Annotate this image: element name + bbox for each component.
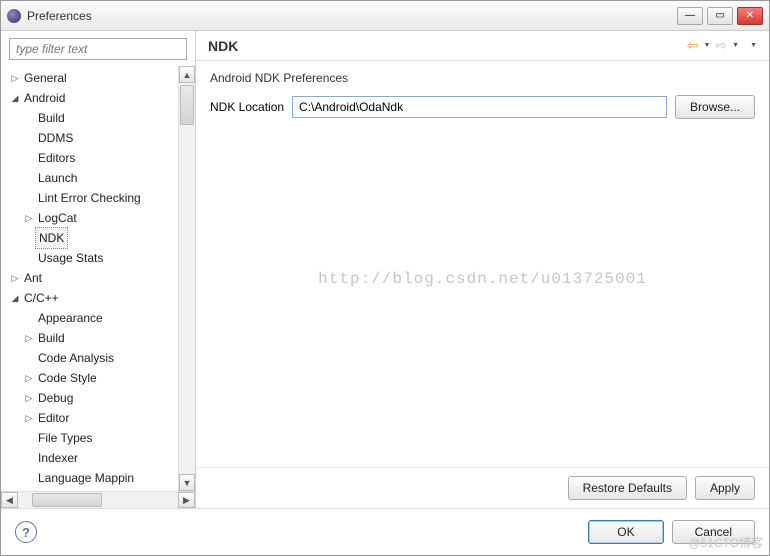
forward-arrow-icon[interactable]: ⇨ xyxy=(715,37,727,54)
filter-box xyxy=(9,38,187,60)
app-icon xyxy=(7,9,21,23)
tree-item-codestyle[interactable]: ▷Code Style xyxy=(1,368,178,388)
filter-input[interactable] xyxy=(9,38,187,60)
forward-menu-icon[interactable]: ▼ xyxy=(732,42,739,49)
ndk-location-input[interactable] xyxy=(292,96,667,118)
apply-button[interactable]: Apply xyxy=(695,476,755,500)
window-title: Preferences xyxy=(27,9,92,23)
tree-item-ant[interactable]: ▷Ant xyxy=(1,268,178,288)
vscroll-thumb[interactable] xyxy=(180,85,194,125)
scroll-left-icon[interactable]: ◀ xyxy=(1,492,18,508)
header-separator xyxy=(196,60,769,61)
tree-item-logcat[interactable]: ▷LogCat xyxy=(1,208,178,228)
tree-item-codeanalysis[interactable]: Code Analysis xyxy=(1,348,178,368)
main-panel: NDK ⇦ ▼ ⇨ ▼ ▼ Android NDK Preferences ND… xyxy=(196,31,769,508)
scroll-right-icon[interactable]: ▶ xyxy=(178,492,195,508)
tree-item-indexer[interactable]: Indexer xyxy=(1,448,178,468)
back-menu-icon[interactable]: ▼ xyxy=(703,42,710,49)
ndk-location-label: NDK Location xyxy=(210,100,284,114)
watermark-text: http://blog.csdn.net/u013725001 xyxy=(318,270,647,288)
corner-watermark: @51CTO博客 xyxy=(688,534,763,551)
ok-button[interactable]: OK xyxy=(588,520,663,544)
tree-vertical-scrollbar[interactable]: ▲ ▼ xyxy=(178,66,195,491)
tree-item-general[interactable]: ▷General xyxy=(1,68,178,88)
tree-item-build[interactable]: Build xyxy=(1,108,178,128)
titlebar[interactable]: Preferences — ▭ ✕ xyxy=(1,1,769,31)
scroll-down-icon[interactable]: ▼ xyxy=(179,474,195,491)
tree-item-editors[interactable]: Editors xyxy=(1,148,178,168)
tree-item-debug[interactable]: ▷Debug xyxy=(1,388,178,408)
browse-button[interactable]: Browse... xyxy=(675,95,755,119)
hscroll-thumb[interactable] xyxy=(32,493,102,507)
minimize-button[interactable]: — xyxy=(677,7,703,25)
tree-item-ceditor[interactable]: ▷Editor xyxy=(1,408,178,428)
tree-item-ddms[interactable]: DDMS xyxy=(1,128,178,148)
tree-item-android[interactable]: ◢Android xyxy=(1,88,178,108)
tree-item-ndk[interactable]: NDK xyxy=(1,228,178,248)
tree-item-launch[interactable]: Launch xyxy=(1,168,178,188)
preferences-window: Preferences — ▭ ✕ ▷General ◢Android Buil… xyxy=(0,0,770,556)
tree-item-usage[interactable]: Usage Stats xyxy=(1,248,178,268)
content-area: ▷General ◢Android Build DDMS Editors Lau… xyxy=(1,31,769,509)
tree-item-appearance[interactable]: Appearance xyxy=(1,308,178,328)
view-menu-icon[interactable]: ▼ xyxy=(750,42,757,49)
tree-horizontal-scrollbar[interactable]: ◀ ▶ xyxy=(1,491,195,508)
bottom-bar: ? OK Cancel xyxy=(1,509,769,555)
section-title: Android NDK Preferences xyxy=(196,71,769,95)
tree-item-filetypes[interactable]: File Types xyxy=(1,428,178,448)
tree-item-cbuild[interactable]: ▷Build xyxy=(1,328,178,348)
sidebar: ▷General ◢Android Build DDMS Editors Lau… xyxy=(1,31,196,508)
close-button[interactable]: ✕ xyxy=(737,7,763,25)
scroll-up-icon[interactable]: ▲ xyxy=(179,66,195,83)
tree-item-lint[interactable]: Lint Error Checking xyxy=(1,188,178,208)
help-icon[interactable]: ? xyxy=(15,521,37,543)
page-title: NDK xyxy=(208,38,687,54)
preferences-tree[interactable]: ▷General ◢Android Build DDMS Editors Lau… xyxy=(1,66,178,491)
restore-defaults-button[interactable]: Restore Defaults xyxy=(568,476,687,500)
tree-item-langmap[interactable]: Language Mappin xyxy=(1,468,178,488)
tree-item-ccpp[interactable]: ◢C/C++ xyxy=(1,288,178,308)
maximize-button[interactable]: ▭ xyxy=(707,7,733,25)
back-arrow-icon[interactable]: ⇦ xyxy=(687,37,699,54)
